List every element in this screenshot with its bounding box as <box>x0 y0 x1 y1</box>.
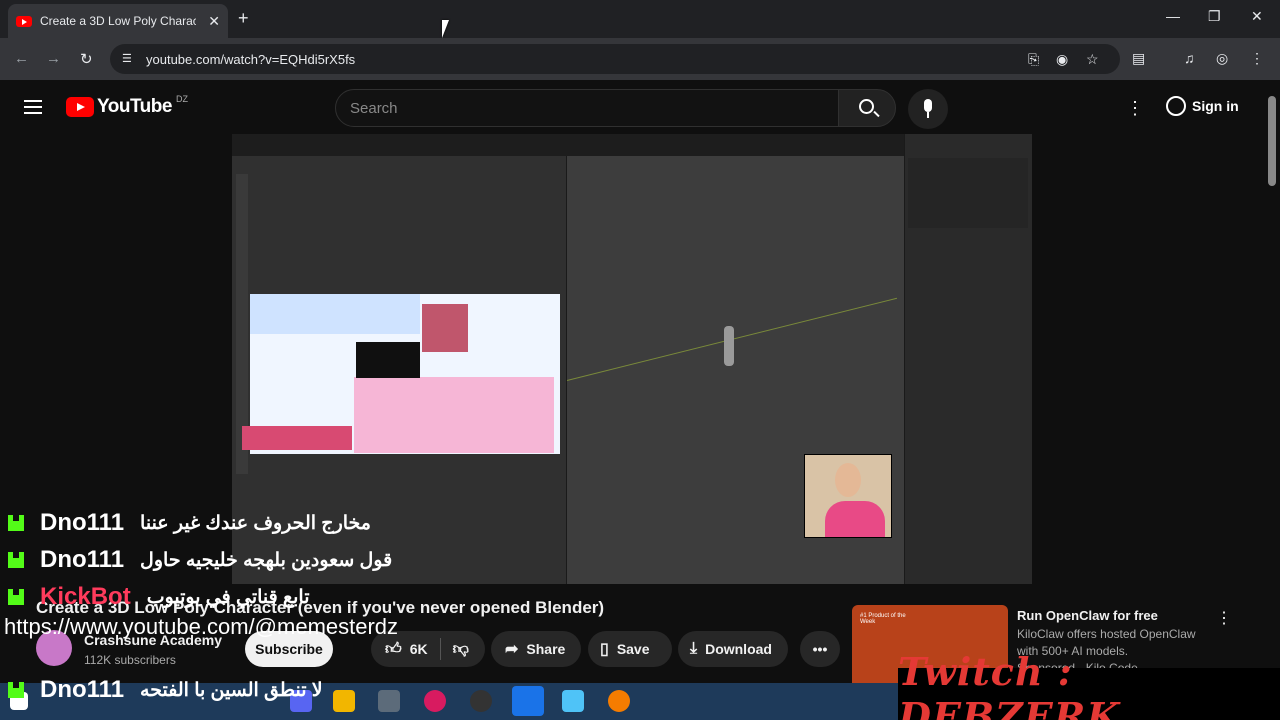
url-text: youtube.com/watch?v=EQHdi5rX5fs <box>146 51 356 67</box>
more-actions-button[interactable]: ••• <box>800 631 840 667</box>
share-label: Share <box>526 641 566 657</box>
chat-text: قول سعودين بلهجه خليجيه حاول <box>140 549 393 571</box>
chat-username: KickBot <box>40 583 131 610</box>
uv-island <box>242 426 352 450</box>
like-count: 6K <box>409 641 428 657</box>
sign-in-label: Sign in <box>1192 98 1239 114</box>
uv-island <box>250 294 420 334</box>
restore-button[interactable]: ❐ <box>1208 8 1221 25</box>
ad-badge: #1 Product of the Week <box>860 613 906 625</box>
browser-tab[interactable]: Create a 3D Low Poly Characte ✕ <box>8 4 228 38</box>
character-model <box>724 326 734 366</box>
tracking-blocked-icon[interactable]: ◉ <box>1056 51 1068 68</box>
page-scrollbar[interactable] <box>1268 96 1276 186</box>
kick-icon <box>8 552 24 568</box>
profile-icon[interactable]: ◎ <box>1216 50 1228 67</box>
bookmark-star-icon[interactable]: ☆ <box>1086 51 1099 68</box>
chat-text: تابع قناتي في يوتيوب <box>146 586 310 608</box>
chat-text: لا تنطق السين با الفتحه <box>140 679 323 701</box>
streamer-webcam <box>804 454 892 538</box>
mouse-cursor-icon <box>442 20 449 38</box>
subscriber-count: 112K subscribers <box>84 653 176 667</box>
chat-message: KickBot تابع قناتي في يوتيوب <box>0 579 700 615</box>
account-icon <box>1166 96 1186 116</box>
browser-menu-icon[interactable]: ⋮ <box>1250 50 1264 67</box>
settings-menu-button[interactable]: ⋮ <box>1126 98 1144 119</box>
forward-arrow-icon[interactable]: → <box>46 50 61 67</box>
blender-outliner <box>908 158 1028 228</box>
search-button[interactable] <box>838 89 896 127</box>
chat-text: مخارج الحروف عندك غير عننا <box>140 512 371 534</box>
region-code: DZ <box>175 94 188 104</box>
share-icon: ➦ <box>505 641 519 658</box>
chat-message: Dno111 قول سعودين بلهجه خليجيه حاول <box>0 542 700 578</box>
youtube-logo[interactable]: YouTube DZ <box>66 94 188 118</box>
ad-title[interactable]: Run OpenClaw for free <box>1017 608 1158 623</box>
kick-icon <box>8 682 24 698</box>
reading-mode-icon[interactable]: ▤ <box>1132 50 1145 67</box>
screen: Create a 3D Low Poly Characte ✕ + — ❐ ✕ … <box>0 0 1280 720</box>
uv-island <box>356 342 420 378</box>
browser-toolbar: ← → ↻ ☰ youtube.com/watch?v=EQHdi5rX5fs … <box>0 38 1280 80</box>
save-button[interactable]: ▯ Save <box>588 631 672 667</box>
site-info-icon[interactable]: ☰ <box>122 52 136 66</box>
back-arrow-icon[interactable]: ← <box>14 50 29 67</box>
hamburger-menu-icon[interactable] <box>24 100 42 114</box>
search-icon <box>859 99 874 114</box>
tab-close-icon[interactable]: ✕ <box>208 13 220 30</box>
webcam-person-head <box>835 463 861 497</box>
dislike-icon[interactable]: 👎︎ <box>453 640 469 659</box>
save-label: Save <box>616 641 650 657</box>
kick-icon <box>8 515 24 531</box>
sign-in-button[interactable]: Sign in <box>1166 96 1239 116</box>
minimize-button[interactable]: — <box>1166 8 1180 24</box>
close-window-button[interactable]: ✕ <box>1251 8 1263 25</box>
chat-username: Dno111 <box>40 676 125 703</box>
chat-username: Dno111 <box>40 546 125 573</box>
ad-menu-icon[interactable]: ⋮ <box>1216 608 1232 628</box>
logo-text: YouTube <box>97 96 172 117</box>
chat-username: Dno111 <box>40 509 125 536</box>
media-controls-icon[interactable]: ♫ <box>1184 50 1195 66</box>
install-app-icon[interactable]: ⎘ <box>1028 51 1039 68</box>
twitch-text: Twitch : DEBZERK <box>898 649 1121 720</box>
voice-search-button[interactable] <box>908 89 948 129</box>
webcam-person-body <box>825 501 885 537</box>
download-label: Download <box>705 641 772 657</box>
youtube-play-icon <box>66 97 94 117</box>
new-tab-button[interactable]: + <box>238 8 249 29</box>
uv-island <box>354 377 554 453</box>
divider <box>439 638 441 660</box>
download-button[interactable]: ⤓ Download <box>678 631 788 667</box>
search-input[interactable] <box>350 99 838 117</box>
like-icon[interactable]: 👍︎ <box>385 640 402 659</box>
kick-icon <box>8 589 24 605</box>
browser-tab-bar: Create a 3D Low Poly Characte ✕ + — ❐ ✕ <box>0 0 1280 38</box>
share-button[interactable]: ➦ Share <box>491 631 581 667</box>
chat-message: Dno111 مخارج الحروف عندك غير عننا <box>0 505 700 541</box>
search-box[interactable] <box>335 89 839 127</box>
reload-icon[interactable]: ↻ <box>80 50 93 68</box>
download-icon: ⤓ <box>690 640 698 657</box>
chat-link-text: https://www.youtube.com/@memesterdz <box>4 614 399 639</box>
chat-message: Dno111 لا تنطق السين با الفتحه <box>0 672 700 708</box>
twitch-overlay: Twitch : DEBZERK <box>898 649 1280 720</box>
youtube-favicon-icon <box>16 15 32 27</box>
address-bar[interactable]: ☰ youtube.com/watch?v=EQHdi5rX5fs ⎘ ◉ ☆ <box>110 44 1120 74</box>
youtube-header: YouTube DZ ⋮ Sign in <box>0 80 1280 136</box>
tab-title: Create a 3D Low Poly Characte <box>40 14 196 28</box>
save-icon: ▯ <box>600 641 609 658</box>
uv-island <box>422 304 468 352</box>
